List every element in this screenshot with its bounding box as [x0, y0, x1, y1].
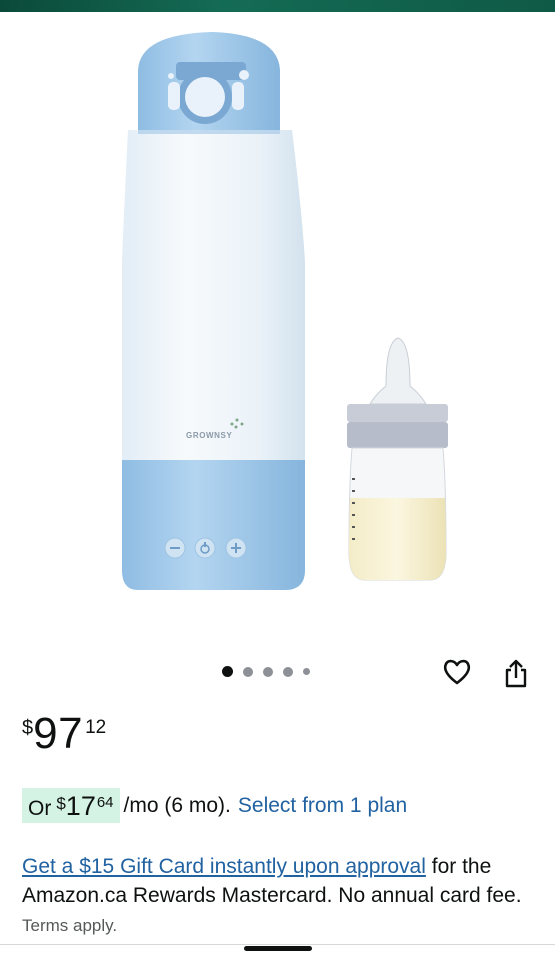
terms-apply-text: Terms apply. [22, 916, 118, 935]
warmer-lid [138, 32, 280, 130]
warmer-buttons [164, 537, 247, 559]
financing-period: /mo (6 mo). [123, 793, 231, 817]
carousel-dot-3[interactable] [263, 666, 273, 677]
carousel-dot-2[interactable] [243, 666, 253, 677]
price-currency-symbol: $ [22, 717, 34, 739]
financing-monthly-whole: 17 [65, 791, 96, 821]
financing-monthly-fraction: 64 [96, 794, 114, 811]
carousel-dot-1[interactable] [222, 666, 233, 677]
wishlist-button[interactable] [441, 656, 473, 688]
price-whole: 97 [33, 709, 84, 758]
top-status-bar [0, 0, 555, 12]
product-price: $ 97 12 [22, 712, 106, 756]
monthly-payment-chip: Or $ 17 64 [22, 788, 120, 823]
share-button[interactable] [500, 656, 532, 690]
svg-text:GROWNSY: GROWNSY [186, 431, 232, 440]
heart-outline-icon [443, 659, 471, 685]
carousel-dot-5[interactable] [303, 668, 310, 675]
gift-card-offer-link[interactable]: Get a $15 Gift Card instantly upon appro… [22, 855, 426, 878]
carousel-dot-4[interactable] [283, 666, 293, 677]
select-plan-link[interactable]: Select from 1 plan [238, 794, 407, 818]
price-fraction: 12 [85, 717, 107, 738]
image-carousel-dots[interactable] [222, 666, 320, 677]
credit-card-promo: Get a $15 Gift Card instantly upon appro… [22, 852, 537, 940]
financing-prefix: Or [28, 797, 52, 820]
financing-offer: Or $ 17 64 /mo (6 mo). Select from 1 pla… [22, 788, 407, 823]
bottom-divider [0, 944, 555, 945]
share-icon [505, 659, 527, 688]
home-indicator [244, 946, 312, 951]
financing-currency-symbol: $ [56, 794, 66, 813]
warmer-body [122, 130, 305, 590]
product-image[interactable]: GROWNSY [0, 12, 555, 652]
